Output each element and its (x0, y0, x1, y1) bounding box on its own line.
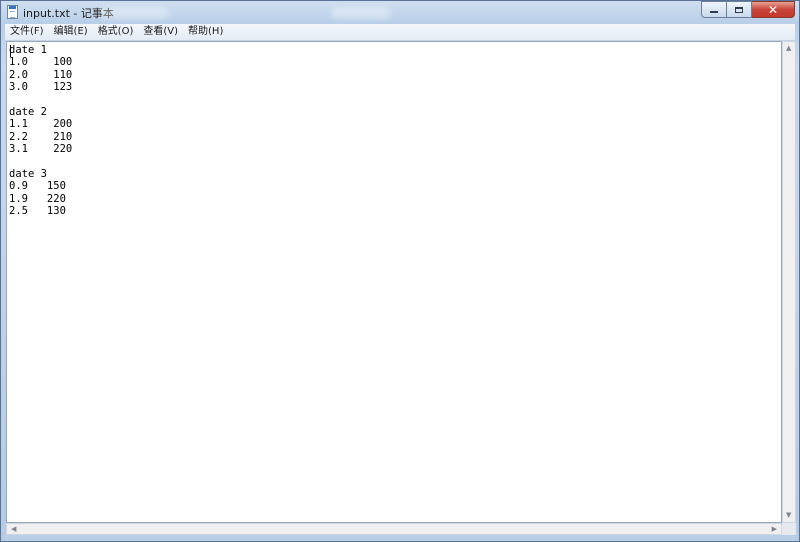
menu-format[interactable]: 格式(O) (93, 24, 139, 40)
minimize-button[interactable] (701, 1, 727, 18)
scroll-down-icon[interactable]: ▼ (786, 512, 791, 519)
menu-edit[interactable]: 编辑(E) (49, 24, 93, 40)
title-bar[interactable]: input.txt - 记事本 ✕ (1, 1, 799, 23)
text-caret (10, 45, 11, 57)
close-button[interactable]: ✕ (752, 1, 795, 18)
scroll-up-icon[interactable]: ▲ (786, 45, 791, 52)
caption-buttons: ✕ (701, 1, 795, 18)
menu-help[interactable]: 帮助(H) (183, 24, 228, 40)
maximize-icon (735, 6, 743, 13)
window-bottom-frame (5, 535, 795, 541)
menu-view[interactable]: 查看(V) (138, 24, 183, 40)
notepad-icon[interactable] (7, 5, 18, 19)
text-editor[interactable]: date 1 1.0 100 2.0 110 3.0 123 date 2 1.… (6, 41, 782, 523)
menu-file[interactable]: 文件(F) (5, 24, 49, 40)
horizontal-scrollbar[interactable]: ◀ ▶ (6, 523, 782, 535)
scroll-right-icon[interactable]: ▶ (772, 526, 777, 533)
document-text[interactable]: date 1 1.0 100 2.0 110 3.0 123 date 2 1.… (9, 44, 72, 218)
minimize-icon (710, 11, 718, 13)
maximize-button[interactable] (727, 1, 752, 18)
scrollbar-corner (782, 523, 796, 535)
titlebar-glass-reflection (99, 7, 169, 19)
close-icon: ✕ (767, 2, 779, 17)
notepad-window: input.txt - 记事本 ✕ 文件(F) 编辑(E) 格式(O) 查看(V… (0, 0, 800, 542)
titlebar-glass-reflection (331, 7, 391, 19)
scroll-left-icon[interactable]: ◀ (11, 526, 16, 533)
menu-bar: 文件(F) 编辑(E) 格式(O) 查看(V) 帮助(H) (5, 24, 795, 41)
vertical-scrollbar[interactable]: ▲ ▼ (782, 41, 796, 523)
